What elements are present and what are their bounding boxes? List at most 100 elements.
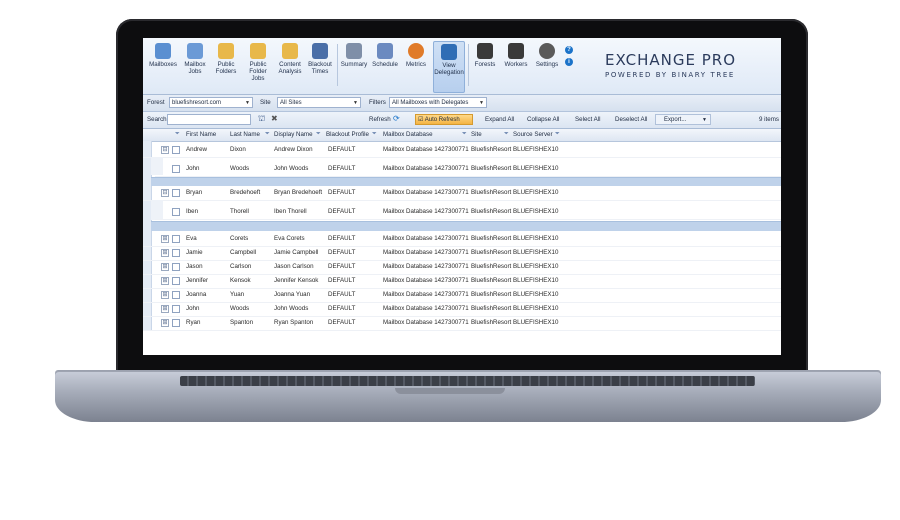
cell-last-name: Bredehoeft — [230, 189, 261, 196]
col-last-name[interactable]: Last Name — [230, 131, 260, 138]
cell-source-server: BLUEFISHEX10 — [513, 165, 559, 172]
laptop-keyboard — [180, 376, 755, 386]
forest-select[interactable]: bluefishresort.com ▼ — [169, 97, 253, 108]
expand-icon[interactable]: ⊞ — [161, 277, 169, 285]
chevron-down-icon: ▼ — [702, 117, 707, 123]
cell-last-name: Campbell — [230, 249, 257, 256]
collapse-icon[interactable]: ⊟ — [161, 189, 169, 197]
row-checkbox[interactable] — [172, 189, 180, 197]
binoculars-icon[interactable]: ⛫ — [258, 114, 265, 124]
cell-mailbox-database: Mailbox Database 1427300771 — [383, 305, 469, 312]
cell-source-server: BLUEFISHEX10 — [513, 235, 559, 242]
refresh-button[interactable]: Refresh — [369, 116, 391, 123]
filter-icon[interactable]: ⏷ — [462, 131, 467, 138]
clear-icon[interactable]: ✖ — [271, 114, 278, 123]
ribbon-separator — [468, 44, 469, 86]
filter-icon[interactable]: ⏷ — [316, 131, 321, 138]
expand-icon[interactable]: ⊞ — [161, 305, 169, 313]
select-all-button[interactable]: Select All — [575, 116, 600, 123]
export-button[interactable]: Export... ▼ — [655, 114, 711, 125]
search-input[interactable] — [167, 114, 251, 125]
table-row[interactable]: ⊞ John Woods John Woods DEFAULT Mailbox … — [143, 302, 781, 317]
cell-display-name: Andrew Dixon — [274, 146, 313, 153]
forest-label: Forest — [147, 99, 165, 106]
row-checkbox[interactable] — [172, 291, 180, 299]
expand-icon[interactable]: ⊞ — [161, 249, 169, 257]
public-folder-jobs-button[interactable]: Public Folder Jobs — [242, 41, 274, 91]
expand-icon[interactable]: ⊞ — [161, 235, 169, 243]
cell-display-name: John Woods — [274, 305, 309, 312]
refresh-icon[interactable]: ⟳ — [393, 114, 400, 123]
row-checkbox[interactable] — [172, 235, 180, 243]
ribbon-separator — [337, 44, 338, 86]
cell-blackout-profile: DEFAULT — [328, 291, 356, 298]
metrics-icon — [408, 43, 424, 59]
filters-select[interactable]: All Mailboxes with Delegates ▼ — [389, 97, 487, 108]
workers-button[interactable]: Workers — [502, 41, 530, 91]
cell-blackout-profile: DEFAULT — [328, 235, 356, 242]
site-select[interactable]: All Sites ▼ — [277, 97, 361, 108]
cell-mailbox-database: Mailbox Database 1427300771 — [383, 146, 469, 153]
row-checkbox[interactable] — [172, 249, 180, 257]
cell-display-name: Bryan Bredehoeft — [274, 189, 323, 196]
schedule-button[interactable]: Schedule — [371, 41, 399, 91]
cell-source-server: BLUEFISHEX10 — [513, 249, 559, 256]
content-analysis-button[interactable]: Content Analysis — [276, 41, 304, 91]
filter-icon[interactable]: ⏷ — [175, 131, 180, 138]
brand-title: EXCHANGE PRO — [605, 51, 737, 69]
filter-icon[interactable]: ⏷ — [555, 131, 560, 138]
col-blackout-profile[interactable]: Blackout Profile — [326, 131, 369, 138]
blackout-times-button[interactable]: Blackout Times — [306, 41, 334, 91]
collapse-all-button[interactable]: Collapse All — [527, 116, 559, 123]
row-checkbox[interactable] — [172, 208, 180, 216]
mailboxes-button[interactable]: Mailboxes — [147, 41, 179, 91]
mailbox-jobs-icon — [187, 43, 203, 59]
row-checkbox[interactable] — [172, 165, 180, 173]
col-mailbox-database[interactable]: Mailbox Database — [383, 131, 433, 138]
settings-button[interactable]: Settings — [533, 41, 561, 91]
table-row[interactable]: ⊞ Jennifer Kensok Jennifer Kensok DEFAUL… — [143, 274, 781, 289]
summary-button[interactable]: Summary — [340, 41, 368, 91]
checkbox-icon: ☑ — [418, 117, 424, 123]
public-folders-button[interactable]: Public Folders — [212, 41, 240, 91]
row-checkbox[interactable] — [172, 263, 180, 271]
col-site[interactable]: Site — [471, 131, 482, 138]
filter-icon[interactable]: ⏷ — [504, 131, 509, 138]
col-source-server[interactable]: Source Server — [513, 131, 553, 138]
auto-refresh-toggle[interactable]: ☑ Auto Refresh — [415, 114, 473, 125]
expand-all-button[interactable]: Expand All — [485, 116, 514, 123]
help-icon[interactable]: ? — [565, 46, 573, 54]
expand-icon[interactable]: ⊞ — [161, 319, 169, 327]
collapse-icon[interactable]: ⊟ — [161, 146, 169, 154]
mailbox-jobs-button[interactable]: Mailbox Jobs — [181, 41, 209, 91]
cell-display-name: Jamie Campbell — [274, 249, 319, 256]
expand-icon[interactable]: ⊞ — [161, 263, 169, 271]
table-row[interactable]: ⊞ Jason Carlson Jason Carlson DEFAULT Ma… — [143, 260, 781, 275]
row-checkbox[interactable] — [172, 146, 180, 154]
workers-icon — [508, 43, 524, 59]
col-first-name[interactable]: First Name — [186, 131, 216, 138]
filter-icon[interactable]: ⏷ — [265, 131, 270, 138]
filter-icon[interactable]: ⏷ — [372, 131, 377, 138]
deselect-all-button[interactable]: Deselect All — [615, 116, 647, 123]
table-row[interactable]: ⊞ Jamie Campbell Jamie Campbell DEFAULT … — [143, 246, 781, 261]
table-row[interactable]: ⊟ Andrew Dixon Andrew Dixon DEFAULT Mail… — [143, 143, 781, 158]
delegate-row[interactable]: John Woods John Woods DEFAULT Mailbox Da… — [155, 162, 781, 177]
table-row[interactable]: ⊞ Ryan Spanton Ryan Spanton DEFAULT Mail… — [143, 316, 781, 331]
view-delegation-button[interactable]: View Delegation — [433, 41, 465, 93]
table-row[interactable]: ⊞ Joanna Yuan Joanna Yuan DEFAULT Mailbo… — [143, 288, 781, 303]
row-checkbox[interactable] — [172, 319, 180, 327]
detail-band — [151, 177, 781, 186]
delegate-row[interactable]: Iben Thorell Iben Thorell DEFAULT Mailbo… — [155, 205, 781, 220]
row-checkbox[interactable] — [172, 305, 180, 313]
public-folder-jobs-icon — [250, 43, 266, 59]
cell-display-name: Eva Corets — [274, 235, 305, 242]
row-checkbox[interactable] — [172, 277, 180, 285]
table-row[interactable]: ⊞ Eva Corets Eva Corets DEFAULT Mailbox … — [143, 232, 781, 247]
forests-button[interactable]: Forests — [471, 41, 499, 91]
metrics-button[interactable]: Metrics — [402, 41, 430, 91]
info-icon[interactable]: i — [565, 58, 573, 66]
col-display-name[interactable]: Display Name — [274, 131, 313, 138]
table-row[interactable]: ⊟ Bryan Bredehoeft Bryan Bredehoeft DEFA… — [143, 186, 781, 201]
expand-icon[interactable]: ⊞ — [161, 291, 169, 299]
